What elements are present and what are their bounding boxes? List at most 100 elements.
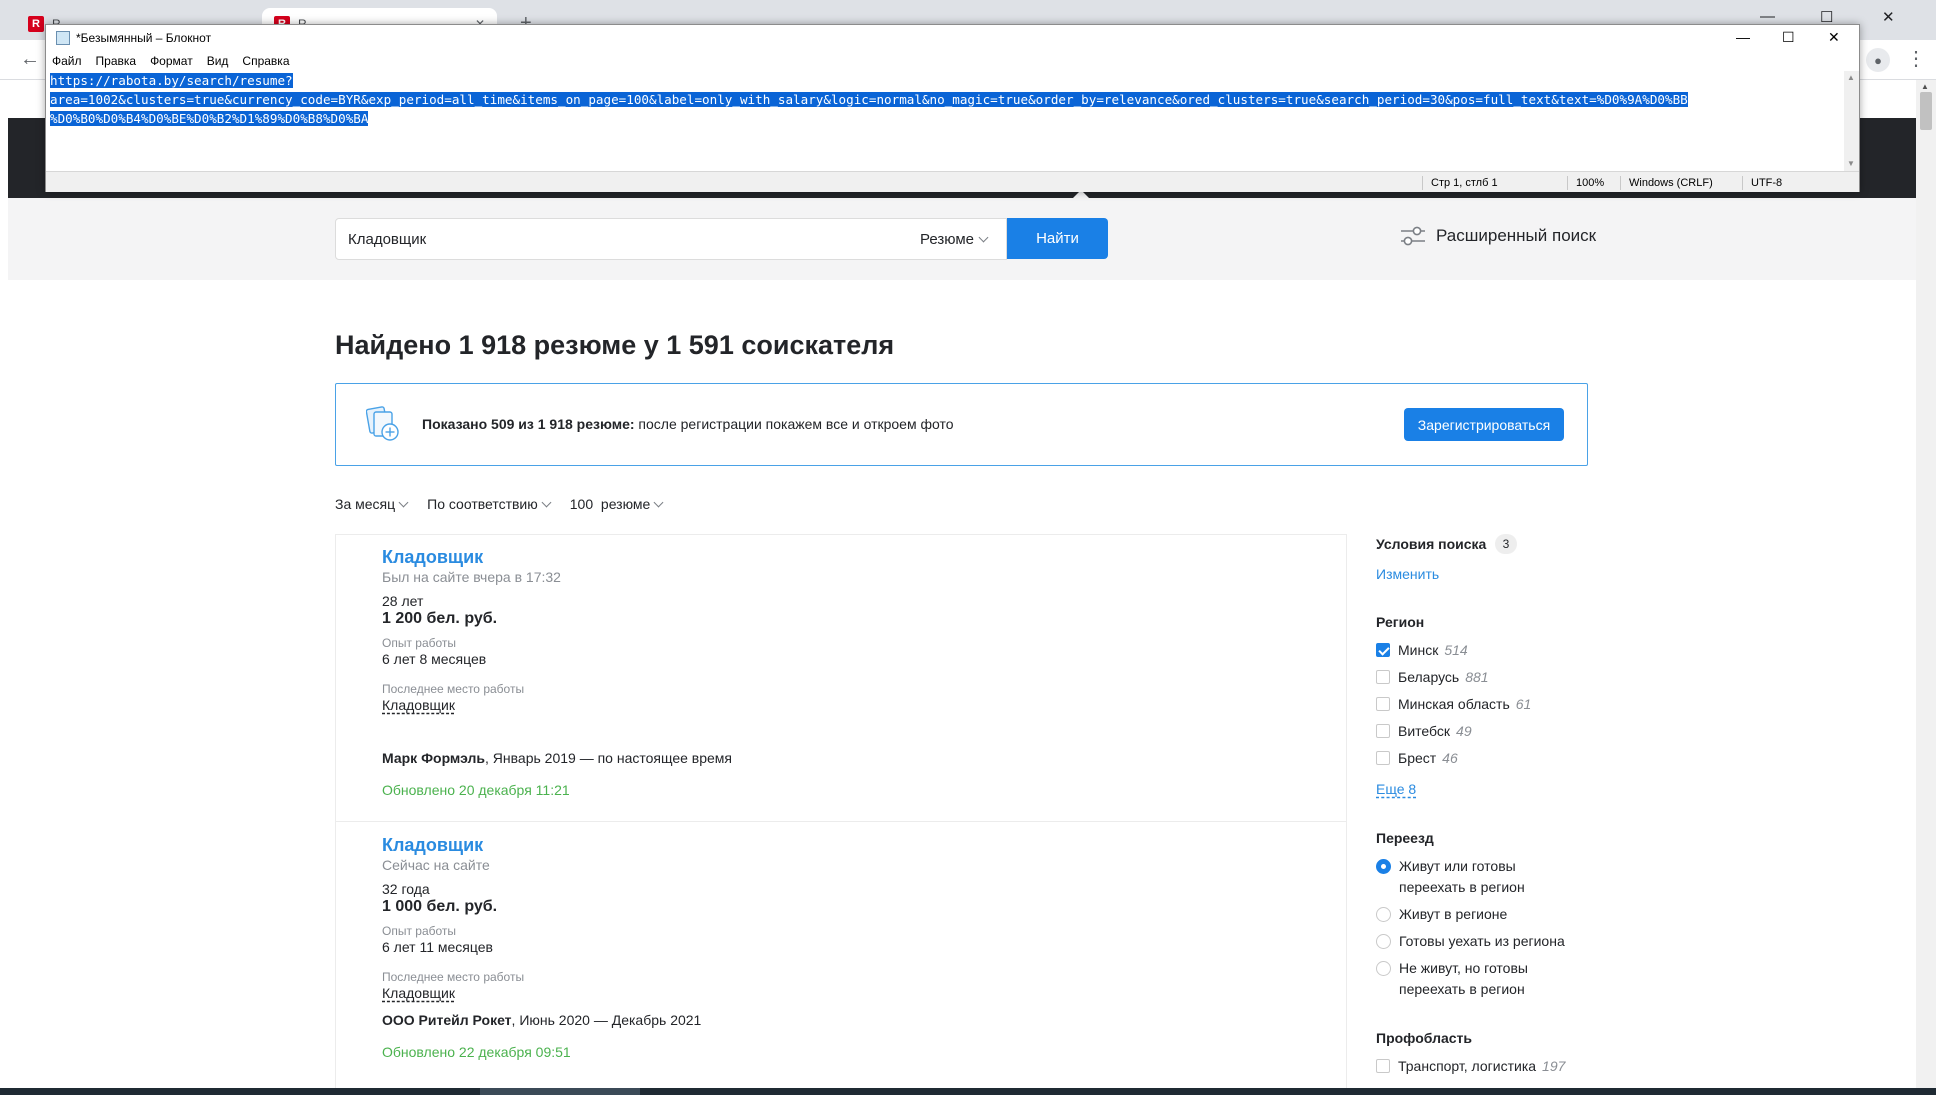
menu-file[interactable]: Файл bbox=[52, 54, 82, 68]
employer-name: Марк Формэль bbox=[382, 750, 485, 766]
sliders-icon bbox=[1401, 226, 1425, 246]
conditions-count-badge: 3 bbox=[1495, 534, 1517, 554]
promo-text: Показано 509 из 1 918 резюме: после реги… bbox=[422, 416, 954, 432]
browser-menu-icon[interactable]: ⋮ bbox=[1906, 46, 1926, 71]
experience-label: Опыт работы bbox=[382, 924, 457, 938]
menu-help[interactable]: Справка bbox=[242, 54, 289, 68]
checkbox[interactable] bbox=[1376, 697, 1390, 711]
checkbox[interactable] bbox=[1376, 1059, 1390, 1073]
notepad-window: *Безымянный – Блокнот — ☐ ✕ Файл Правка … bbox=[45, 24, 1860, 192]
menu-edit[interactable]: Правка bbox=[96, 54, 137, 68]
scroll-up-arrow-icon[interactable]: ▲ bbox=[1847, 73, 1855, 82]
relocation-option[interactable]: Живут в регионе bbox=[1376, 904, 1507, 925]
text-line: area=1002&clusters=true&currency_code=BY… bbox=[50, 92, 1688, 107]
employer-name: ООО Ритейл Рокет bbox=[382, 1012, 512, 1028]
back-arrow-icon[interactable]: ← bbox=[20, 48, 40, 71]
more-regions-link[interactable]: Еще 8 bbox=[1376, 781, 1416, 797]
region-label: Брест bbox=[1398, 750, 1437, 766]
chevron-down-icon bbox=[978, 232, 989, 242]
chevron-down-icon bbox=[653, 497, 664, 507]
register-button[interactable]: Зарегистрироваться bbox=[1404, 408, 1564, 441]
radio[interactable] bbox=[1376, 907, 1391, 922]
region-label: Минск bbox=[1398, 642, 1439, 658]
region-count: 881 bbox=[1465, 669, 1489, 685]
period-filter[interactable]: За месяц bbox=[335, 496, 409, 512]
salary-text: 1 000 бел. руб. bbox=[382, 898, 498, 915]
notepad-close-button[interactable]: ✕ bbox=[1828, 29, 1840, 46]
experience-label: Опыт работы bbox=[382, 636, 457, 650]
menu-view[interactable]: Вид bbox=[207, 54, 229, 68]
age-text: 32 года bbox=[382, 881, 430, 897]
relocation-label: Живут в регионе bbox=[1399, 906, 1508, 922]
resume-title-link[interactable]: Кладовщик bbox=[382, 547, 483, 568]
advanced-search-label: Расширенный поиск bbox=[1436, 226, 1597, 245]
order-filter[interactable]: По соответствию bbox=[427, 496, 552, 512]
notepad-maximize-button[interactable]: ☐ bbox=[1782, 29, 1795, 46]
region-option-belarus[interactable]: Беларусь 881 bbox=[1376, 667, 1489, 688]
radio[interactable] bbox=[1376, 859, 1391, 874]
relocation-label: Не живут, но готовы переехать в регион bbox=[1399, 960, 1528, 997]
search-type-select[interactable]: Резюме bbox=[920, 218, 1008, 260]
edit-conditions-link[interactable]: Изменить bbox=[1376, 566, 1439, 582]
notepad-scrollbar[interactable]: ▲ ▼ bbox=[1844, 71, 1859, 171]
conditions-heading: Условия поиска bbox=[1376, 536, 1487, 552]
taskbar-active-app[interactable] bbox=[480, 1088, 640, 1095]
region-option-minsk-oblast[interactable]: Минская область 61 bbox=[1376, 694, 1531, 715]
notepad-text-area[interactable]: https://rabota.by/search/resume? area=10… bbox=[48, 71, 1846, 171]
text-line: %D0%B0%D0%B4%D0%BE%D0%B2%D1%89%D0%B8%D0%… bbox=[50, 111, 369, 126]
resume-add-icon bbox=[366, 406, 399, 441]
windows-taskbar bbox=[0, 1088, 1936, 1095]
employment-period: , Январь 2019 — по настоящее время bbox=[485, 750, 733, 766]
region-option-brest[interactable]: Брест 46 bbox=[1376, 748, 1458, 769]
last-seen-text: Был на сайте вчера в 17:32 bbox=[382, 569, 561, 585]
last-position-link[interactable]: Кладовщик bbox=[382, 697, 455, 713]
card-divider bbox=[336, 821, 1346, 822]
page-scrollbar-thumb[interactable] bbox=[1920, 92, 1932, 130]
last-seen-text: Сейчас на сайте bbox=[382, 857, 490, 873]
relocation-option[interactable]: Готовы уехать из региона bbox=[1376, 931, 1565, 952]
checkbox[interactable] bbox=[1376, 643, 1390, 657]
browser-close-button[interactable]: ✕ bbox=[1882, 8, 1895, 26]
updated-text: Обновлено 22 декабря 09:51 bbox=[382, 1044, 571, 1060]
registration-promo: Показано 509 из 1 918 резюме: после реги… bbox=[335, 383, 1588, 466]
period-filter-label: За месяц bbox=[335, 496, 396, 512]
region-option-vitebsk[interactable]: Витебск 49 bbox=[1376, 721, 1472, 742]
notepad-menubar: Файл Правка Формат Вид Справка bbox=[46, 51, 1859, 71]
radio[interactable] bbox=[1376, 934, 1391, 949]
advanced-search-link[interactable]: Расширенный поиск bbox=[1400, 226, 1596, 246]
profarea-option[interactable]: Транспорт, логистика 197 bbox=[1376, 1056, 1565, 1077]
promo-bold-text: Показано 509 из 1 918 резюме: bbox=[422, 416, 635, 432]
search-button[interactable]: Найти bbox=[1007, 218, 1108, 259]
notepad-titlebar: *Безымянный – Блокнот — ☐ ✕ bbox=[46, 25, 1859, 51]
checkbox[interactable] bbox=[1376, 670, 1390, 684]
notepad-minimize-button[interactable]: — bbox=[1736, 29, 1750, 45]
radio[interactable] bbox=[1376, 961, 1391, 976]
sort-filters: За месяц По соответствию 100 резюме bbox=[335, 496, 664, 512]
relocation-option[interactable]: Не живут, но готовы переехать в регион bbox=[1376, 958, 1586, 1000]
notepad-title: *Безымянный – Блокнот bbox=[76, 31, 212, 45]
profarea-count: 197 bbox=[1542, 1058, 1566, 1074]
checkbox[interactable] bbox=[1376, 751, 1390, 765]
results-title: Найдено 1 918 резюме у 1 591 соискателя bbox=[335, 330, 895, 360]
search-input[interactable]: Кладовщик bbox=[335, 218, 1007, 260]
relocation-option[interactable]: Живут или готовы переехать в регион bbox=[1376, 856, 1586, 898]
per-page-filter[interactable]: 100 резюме bbox=[570, 496, 664, 512]
page-scrollbar[interactable]: ▲ bbox=[1916, 80, 1936, 1091]
browser-minimize-button[interactable]: — bbox=[1760, 8, 1775, 25]
last-position-link[interactable]: Кладовщик bbox=[382, 985, 455, 1001]
region-count: 49 bbox=[1456, 723, 1472, 739]
employment-period: , Июнь 2020 — Декабрь 2021 bbox=[511, 1012, 702, 1028]
experience-value: 6 лет 11 месяцев bbox=[382, 939, 493, 955]
menu-format[interactable]: Формат bbox=[150, 54, 193, 68]
region-option-minsk[interactable]: Минск 514 bbox=[1376, 640, 1468, 661]
notepad-icon bbox=[56, 31, 70, 45]
scroll-up-arrow-icon[interactable]: ▲ bbox=[1921, 82, 1929, 91]
profile-icon[interactable]: ● bbox=[1866, 48, 1890, 72]
text-line: https://rabota.by/search/resume? bbox=[50, 73, 293, 88]
checkbox[interactable] bbox=[1376, 724, 1390, 738]
resume-title-link[interactable]: Кладовщик bbox=[382, 835, 483, 856]
employer-line: Марк Формэль, Январь 2019 — по настоящее… bbox=[382, 750, 732, 766]
experience-value: 6 лет 8 месяцев bbox=[382, 651, 487, 667]
employer-line: ООО Ритейл Рокет, Июнь 2020 — Декабрь 20… bbox=[382, 1012, 701, 1028]
scroll-down-arrow-icon[interactable]: ▼ bbox=[1847, 159, 1855, 168]
